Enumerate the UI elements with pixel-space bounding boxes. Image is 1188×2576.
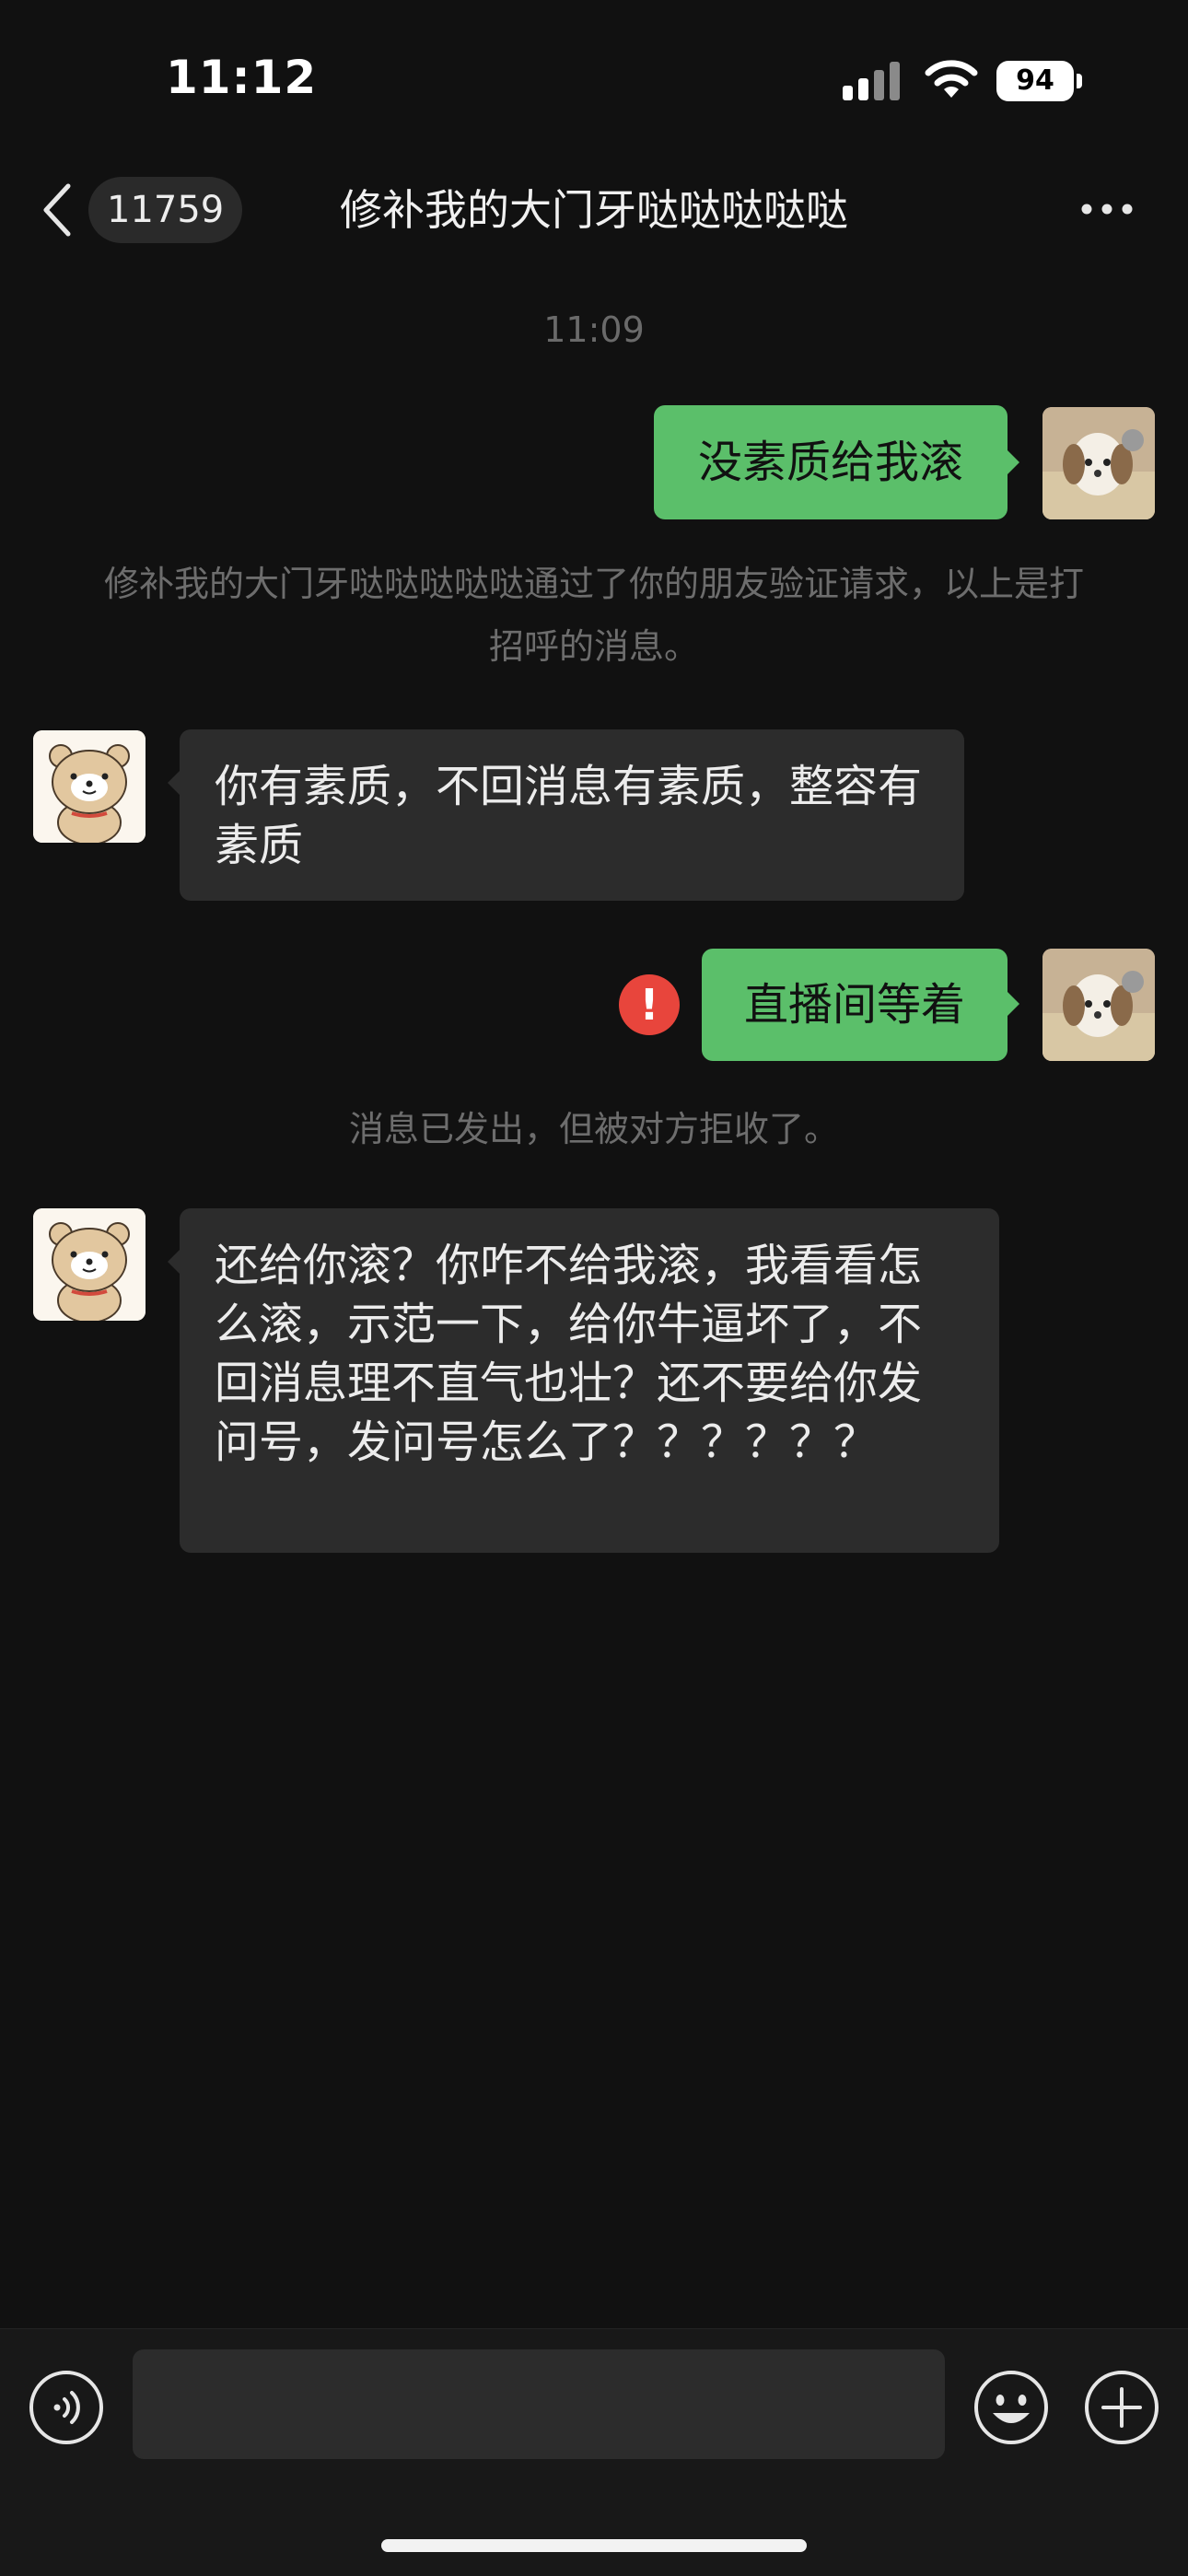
outgoing-message-bubble[interactable]: 没素质给我滚 <box>654 405 1007 519</box>
bubble-tail <box>168 1249 181 1275</box>
wifi-icon <box>925 60 978 98</box>
more-options-icon[interactable] <box>1077 193 1136 225</box>
bubble-tail <box>1007 991 1019 1017</box>
voice-icon[interactable] <box>28 2369 105 2446</box>
status-time: 11:12 <box>166 51 318 104</box>
outgoing-message-bubble[interactable]: 直播间等着 <box>702 949 1007 1061</box>
send-failed-icon[interactable]: ! <box>619 974 680 1035</box>
cellular-signal-icon <box>843 60 902 100</box>
bubble-tail <box>1007 449 1019 475</box>
battery-icon: 94 <box>996 61 1082 101</box>
message-text: 直播间等着 <box>743 979 965 1031</box>
contact-avatar[interactable] <box>33 730 146 843</box>
plus-icon[interactable] <box>1083 2369 1160 2446</box>
home-indicator[interactable] <box>381 2539 807 2552</box>
message-input[interactable] <box>133 2349 945 2459</box>
message-text: 还给你滚？你咋不给我滚，我看看怎么滚，示范一下，给你牛逼坏了，不回消息理不直气也… <box>215 1240 923 1468</box>
message-text: 没素质给我滚 <box>697 437 963 488</box>
system-notice: 修补我的大门牙哒哒哒哒哒通过了你的朋友验证请求，以上是打招呼的消息。 <box>103 564 1084 667</box>
incoming-message-bubble[interactable]: 还给你滚？你咋不给我滚，我看看怎么滚，示范一下，给你牛逼坏了，不回消息理不直气也… <box>180 1208 999 1553</box>
system-notice: 消息已发出，但被对方拒收了。 <box>348 1109 839 1149</box>
emoji-icon[interactable] <box>973 2369 1050 2446</box>
chat-title: 修补我的大门牙哒哒哒哒哒 <box>340 185 848 235</box>
my-avatar[interactable] <box>1042 949 1155 1061</box>
bubble-tail <box>168 770 181 796</box>
back-arrow-icon[interactable] <box>35 175 77 245</box>
message-text: 你有素质，不回消息有素质，整容有素质 <box>215 761 923 871</box>
battery-level: 94 <box>996 61 1074 101</box>
my-avatar[interactable] <box>1042 407 1155 519</box>
contact-avatar[interactable] <box>33 1208 146 1321</box>
chat-timestamp: 11:09 <box>543 309 645 350</box>
incoming-message-bubble[interactable]: 你有素质，不回消息有素质，整容有素质 <box>180 729 964 901</box>
